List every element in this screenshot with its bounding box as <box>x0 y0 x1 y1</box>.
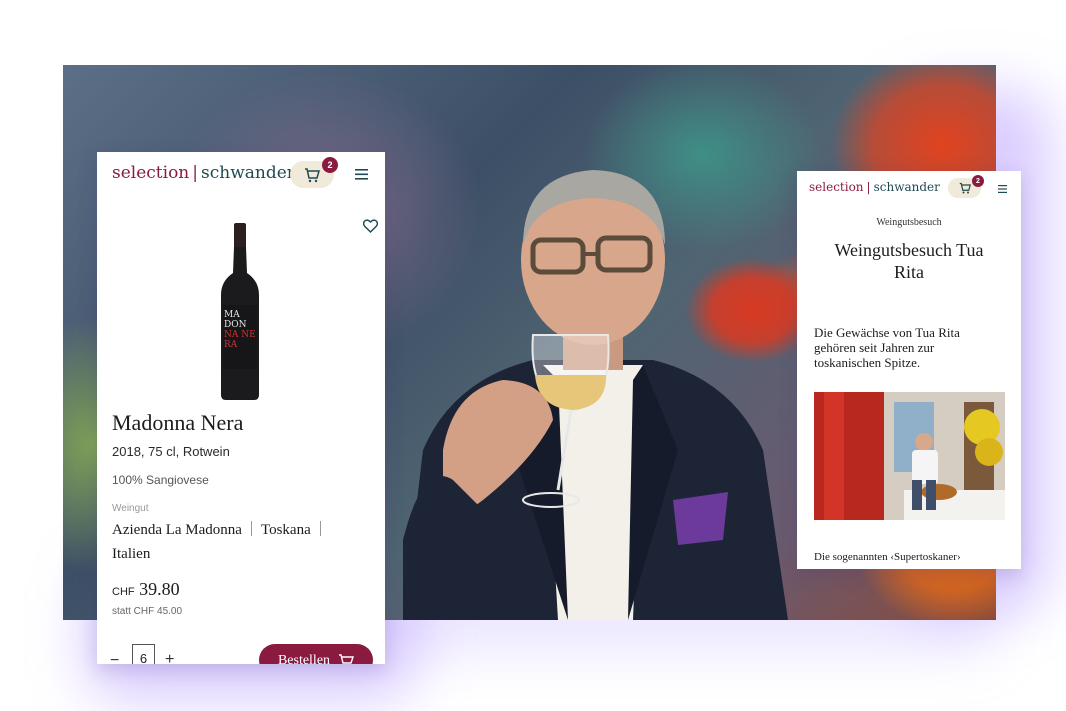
brand-separator: | <box>192 163 198 183</box>
article-teaser[interactable]: Die sogenannten ‹Supertoskaner› <box>814 551 1014 563</box>
winery-region[interactable]: Toskana <box>261 522 311 538</box>
cart-count-badge: 2 <box>322 157 338 173</box>
brand-part-schwander: schwander <box>201 163 295 183</box>
winery-label: Weingut <box>112 503 149 514</box>
quantity-minus-button[interactable]: − <box>110 652 119 664</box>
bottle-label-line: RA <box>224 340 238 350</box>
brand-logo[interactable]: selection | schwander <box>112 163 295 183</box>
sommelier-illustration <box>403 170 788 620</box>
price-line: CHF 39.80 <box>112 579 180 600</box>
divider <box>250 521 252 536</box>
product-name: Madonna Nera <box>112 410 244 435</box>
price-value: 39.80 <box>139 579 180 599</box>
old-price: statt CHF 45.00 <box>112 606 183 617</box>
cart-icon <box>959 182 971 194</box>
bottle-label-text: MA DON NA NE RA <box>224 310 258 350</box>
order-button[interactable]: Bestellen <box>259 644 373 664</box>
brand-part-selection: selection <box>112 163 190 183</box>
quantity-input[interactable]: 6 <box>132 644 155 664</box>
winery-country[interactable]: Italien <box>112 546 150 563</box>
quantity-plus-button[interactable]: + <box>165 651 174 664</box>
article-photo <box>814 392 1005 520</box>
cart-count-badge: 2 <box>972 175 984 187</box>
bottle-label-line: DON <box>224 320 247 330</box>
article-category: Weingutsbesuch <box>876 217 942 228</box>
winery-name[interactable]: Azienda La Madonna <box>112 522 242 538</box>
article-card: selection | schwander 2 Weingutsbesuch Wei… <box>797 171 1021 569</box>
cart-icon <box>305 167 320 182</box>
heart-icon[interactable] <box>363 219 378 233</box>
product-meta: 2018, 75 cl, Rotwein <box>112 444 230 459</box>
product-grape: 100% Sangiovese <box>112 473 209 487</box>
article-title: Weingutsbesuch Tua Rita <box>834 240 984 282</box>
product-card: selection | schwander 2 MA DON NA NE RA Ma… <box>97 152 385 664</box>
article-intro: Die Gewächse von Tua Rita gehören seit J… <box>814 325 960 370</box>
order-button-label: Bestellen <box>277 653 331 664</box>
bottle-label-line: MA <box>224 310 240 320</box>
brand-logo[interactable]: selection | schwander <box>809 180 940 194</box>
menu-icon[interactable] <box>355 169 368 180</box>
brand-part-selection: selection <box>809 180 864 194</box>
menu-icon[interactable] <box>998 185 1007 193</box>
brand-separator: | <box>866 180 871 194</box>
price-currency: CHF <box>112 586 135 598</box>
brand-part-schwander: schwander <box>873 180 940 194</box>
cart-icon <box>339 654 355 664</box>
winery-line: Azienda La Madonna Toskana <box>112 521 372 539</box>
divider <box>319 521 321 536</box>
bottle-label-line: NA NE <box>224 330 256 340</box>
